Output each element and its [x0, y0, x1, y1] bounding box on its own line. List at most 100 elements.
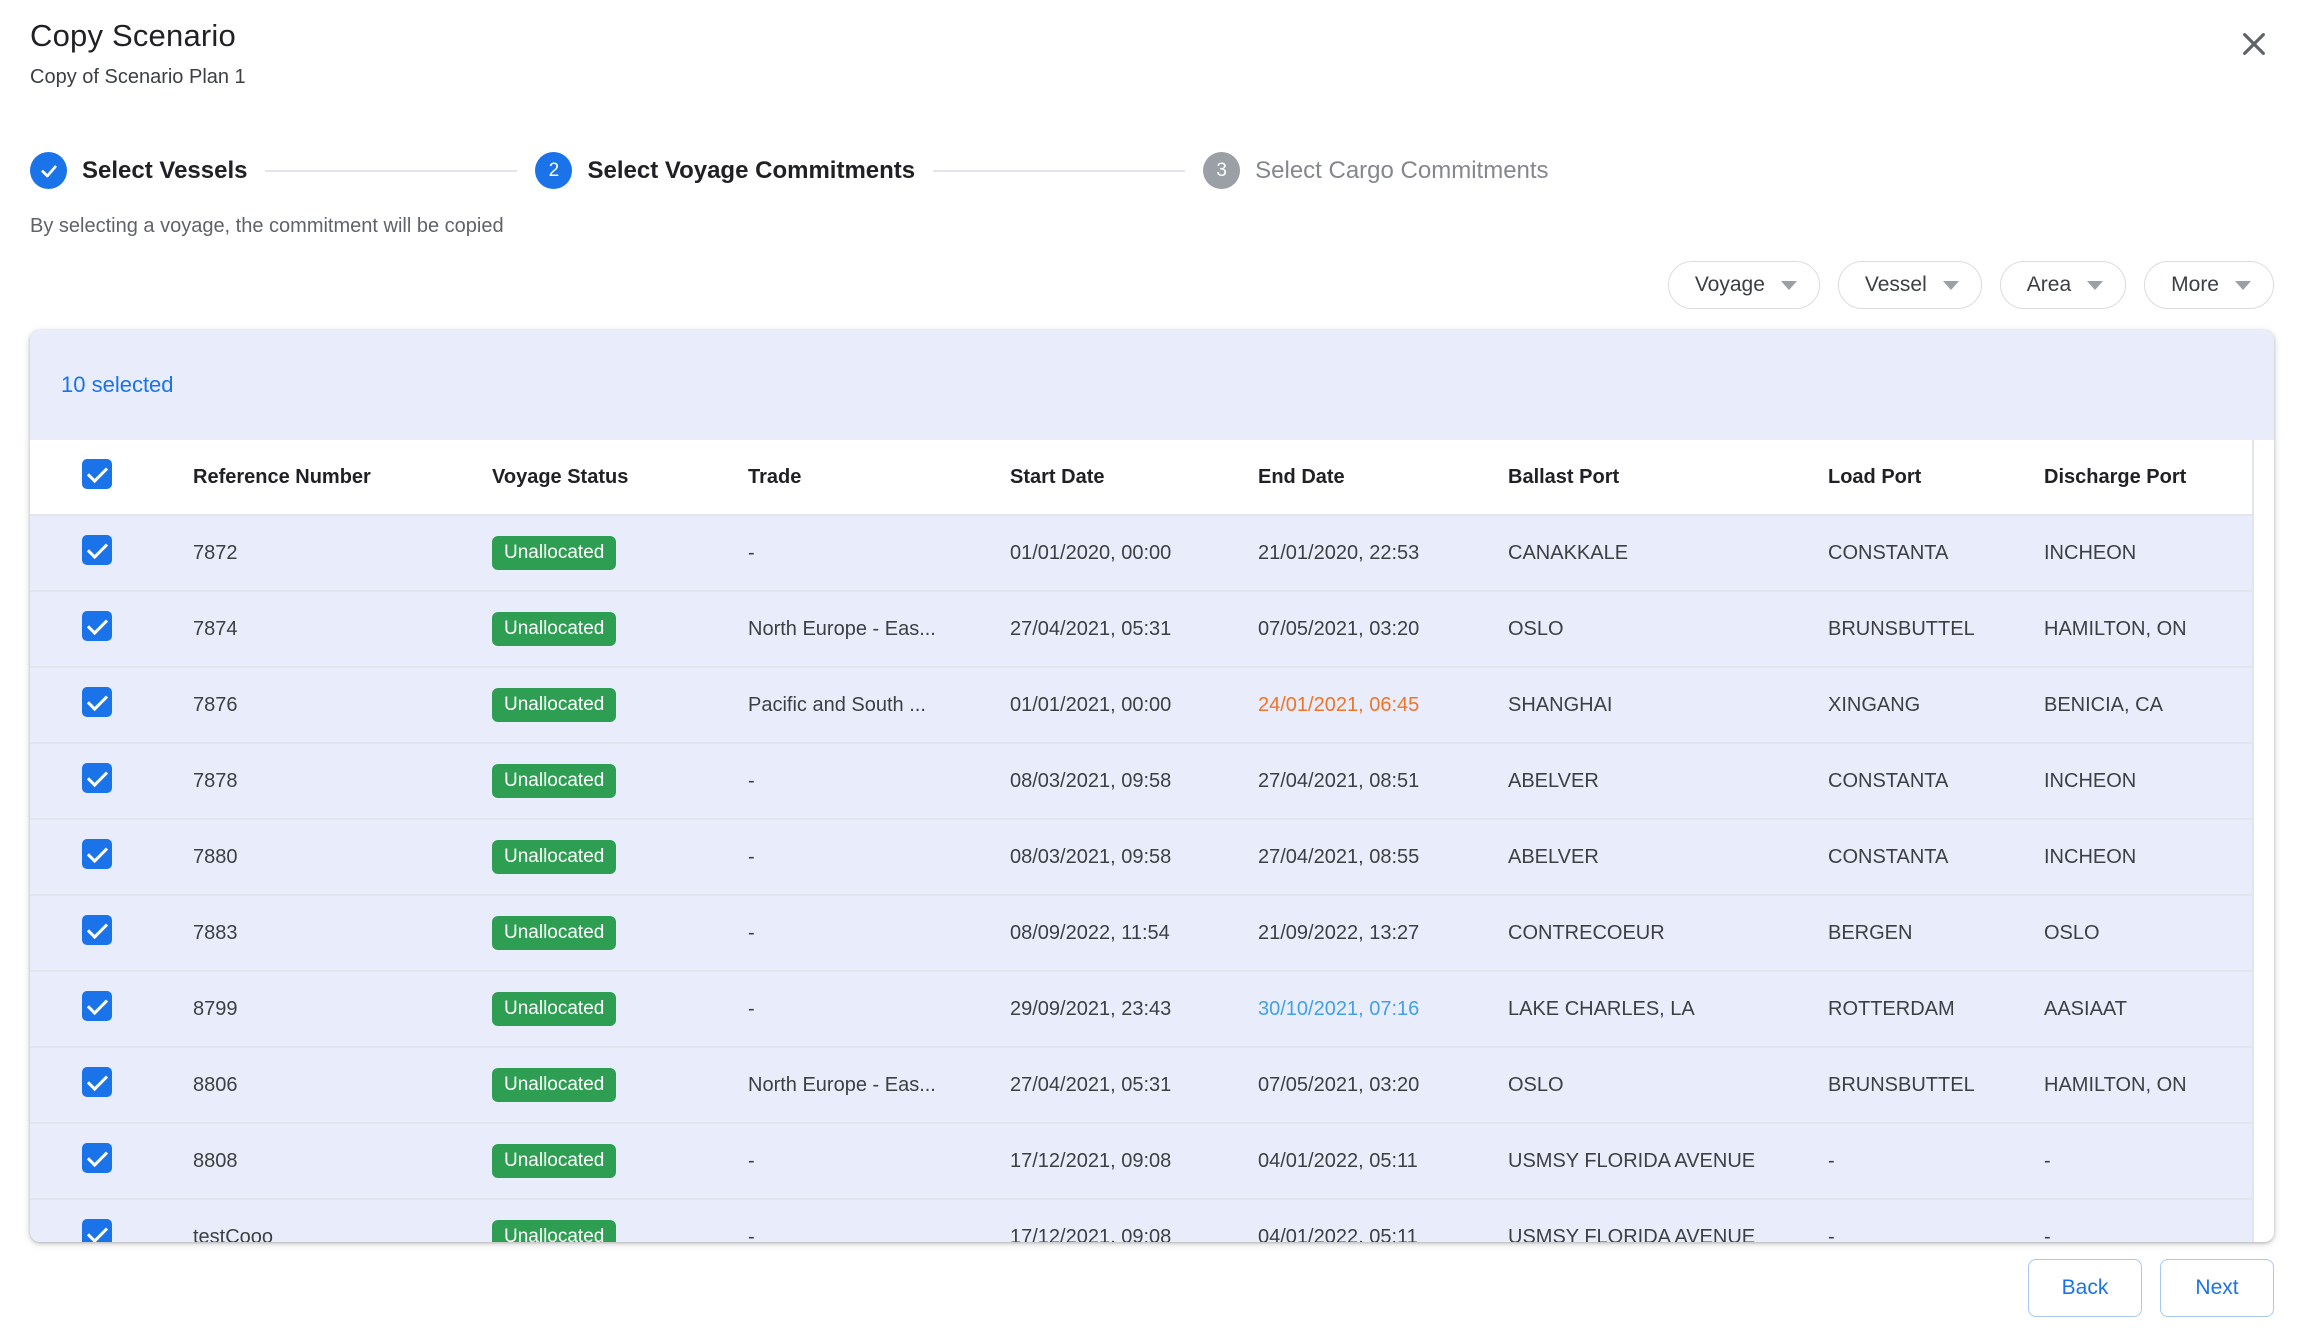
- ballast-port-cell: OSLO: [1508, 1074, 1828, 1097]
- end-date-cell: 07/05/2021, 03:20: [1258, 618, 1508, 641]
- column-header-reference-number: Reference Number: [193, 466, 492, 489]
- status-badge: Unallocated: [492, 688, 616, 722]
- ballast-port-cell: USMSY FLORIDA AVENUE: [1508, 1226, 1828, 1243]
- selection-toolbar: 10 selected: [30, 330, 2274, 440]
- stepper: Select Vessels 2 Select Voyage Commitmen…: [30, 152, 1549, 189]
- status-badge: Unallocated: [492, 764, 616, 798]
- dialog-subtitle: Copy of Scenario Plan 1: [30, 66, 246, 89]
- step-label: Select Vessels: [82, 157, 247, 185]
- ballast-port-cell: ABELVER: [1508, 770, 1828, 793]
- discharge-port-cell: -: [2044, 1226, 2274, 1243]
- filter-vessel-button[interactable]: Vessel: [1838, 261, 1982, 309]
- filter-more-button[interactable]: More: [2144, 261, 2274, 309]
- column-header-trade: Trade: [748, 466, 1010, 489]
- table-row: 8806 Unallocated North Europe - Eas... 2…: [30, 1048, 2274, 1124]
- trade-cell: Pacific and South ...: [748, 694, 1010, 717]
- close-icon: [2238, 28, 2270, 60]
- step-select-cargo-commitments: 3 Select Cargo Commitments: [1203, 152, 1548, 189]
- end-date-cell: 04/01/2022, 05:11: [1258, 1226, 1508, 1243]
- filter-bar: Voyage Vessel Area More: [1668, 261, 2274, 309]
- table-row: 7878 Unallocated - 08/03/2021, 09:58 27/…: [30, 744, 2274, 820]
- table-row: 7880 Unallocated - 08/03/2021, 09:58 27/…: [30, 820, 2274, 896]
- start-date-cell: 01/01/2021, 00:00: [1010, 694, 1258, 717]
- stepper-connector: [933, 170, 1185, 172]
- filter-voyage-button[interactable]: Voyage: [1668, 261, 1820, 309]
- row-checkbox[interactable]: [82, 1143, 112, 1173]
- table-row: 8799 Unallocated - 29/09/2021, 23:43 30/…: [30, 972, 2274, 1048]
- filter-label: Vessel: [1865, 273, 1927, 297]
- filter-area-button[interactable]: Area: [2000, 261, 2126, 309]
- table-row: 7876 Unallocated Pacific and South ... 0…: [30, 668, 2274, 744]
- discharge-port-cell: HAMILTON, ON: [2044, 1074, 2274, 1097]
- row-checkbox[interactable]: [82, 991, 112, 1021]
- column-header-load-port: Load Port: [1828, 466, 2044, 489]
- start-date-cell: 08/03/2021, 09:58: [1010, 846, 1258, 869]
- column-header-end-date: End Date: [1258, 466, 1508, 489]
- load-port-cell: -: [1828, 1226, 2044, 1243]
- row-checkbox[interactable]: [82, 1219, 112, 1242]
- reference-number-cell: 7880: [193, 846, 492, 869]
- row-checkbox[interactable]: [82, 535, 112, 565]
- end-date-cell: 07/05/2021, 03:20: [1258, 1074, 1508, 1097]
- load-port-cell: ROTTERDAM: [1828, 998, 2044, 1021]
- row-checkbox[interactable]: [82, 839, 112, 869]
- start-date-cell: 08/09/2022, 11:54: [1010, 922, 1258, 945]
- table-row: 7874 Unallocated North Europe - Eas... 2…: [30, 592, 2274, 668]
- step-hint-text: By selecting a voyage, the commitment wi…: [30, 215, 504, 238]
- chevron-down-icon: [1943, 281, 1959, 290]
- status-badge: Unallocated: [492, 916, 616, 950]
- start-date-cell: 17/12/2021, 09:08: [1010, 1150, 1258, 1173]
- load-port-cell: XINGANG: [1828, 694, 2044, 717]
- row-checkbox[interactable]: [82, 1067, 112, 1097]
- chevron-down-icon: [2087, 281, 2103, 290]
- discharge-port-cell: INCHEON: [2044, 542, 2274, 565]
- trade-cell: -: [748, 542, 1010, 565]
- back-button[interactable]: Back: [2028, 1259, 2142, 1317]
- reference-number-cell: 8799: [193, 998, 492, 1021]
- trade-cell: North Europe - Eas...: [748, 618, 1010, 641]
- dialog-header: Copy Scenario Copy of Scenario Plan 1: [30, 18, 246, 89]
- filter-label: More: [2171, 273, 2219, 297]
- status-badge: Unallocated: [492, 1220, 616, 1242]
- select-all-checkbox[interactable]: [82, 459, 112, 489]
- voyage-status-cell: Unallocated: [492, 764, 748, 798]
- voyage-status-cell: Unallocated: [492, 840, 748, 874]
- load-port-cell: BRUNSBUTTEL: [1828, 618, 2044, 641]
- discharge-port-cell: INCHEON: [2044, 770, 2274, 793]
- reference-number-cell: 7876: [193, 694, 492, 717]
- row-checkbox[interactable]: [82, 611, 112, 641]
- chevron-down-icon: [1781, 281, 1797, 290]
- ballast-port-cell: CONTRECOEUR: [1508, 922, 1828, 945]
- trade-cell: North Europe - Eas...: [748, 1074, 1010, 1097]
- ballast-port-cell: USMSY FLORIDA AVENUE: [1508, 1150, 1828, 1173]
- start-date-cell: 01/01/2020, 00:00: [1010, 542, 1258, 565]
- table-row: 8808 Unallocated - 17/12/2021, 09:08 04/…: [30, 1124, 2274, 1200]
- end-date-cell: 04/01/2022, 05:11: [1258, 1150, 1508, 1173]
- row-checkbox[interactable]: [82, 763, 112, 793]
- start-date-cell: 29/09/2021, 23:43: [1010, 998, 1258, 1021]
- trade-cell: -: [748, 846, 1010, 869]
- dialog-footer: Back Next: [2028, 1259, 2274, 1317]
- step-label: Select Cargo Commitments: [1255, 157, 1548, 185]
- row-checkbox[interactable]: [82, 687, 112, 717]
- column-header-ballast-port: Ballast Port: [1508, 466, 1828, 489]
- start-date-cell: 08/03/2021, 09:58: [1010, 770, 1258, 793]
- ballast-port-cell: CANAKKALE: [1508, 542, 1828, 565]
- close-button[interactable]: [2236, 26, 2272, 62]
- discharge-port-cell: -: [2044, 1150, 2274, 1173]
- vertical-scrollbar[interactable]: [2252, 440, 2274, 1242]
- reference-number-cell: 7874: [193, 618, 492, 641]
- status-badge: Unallocated: [492, 1068, 616, 1102]
- reference-number-cell: 7883: [193, 922, 492, 945]
- reference-number-cell: testCooo: [193, 1226, 492, 1243]
- next-button[interactable]: Next: [2160, 1259, 2274, 1317]
- table-row: 7872 Unallocated - 01/01/2020, 00:00 21/…: [30, 516, 2274, 592]
- load-port-cell: CONSTANTA: [1828, 770, 2044, 793]
- trade-cell: -: [748, 1226, 1010, 1243]
- ballast-port-cell: ABELVER: [1508, 846, 1828, 869]
- step-select-voyage-commitments: 2 Select Voyage Commitments: [535, 152, 915, 189]
- status-badge: Unallocated: [492, 536, 616, 570]
- voyage-status-cell: Unallocated: [492, 1144, 748, 1178]
- table-header-row: Reference Number Voyage Status Trade Sta…: [30, 440, 2274, 516]
- row-checkbox[interactable]: [82, 915, 112, 945]
